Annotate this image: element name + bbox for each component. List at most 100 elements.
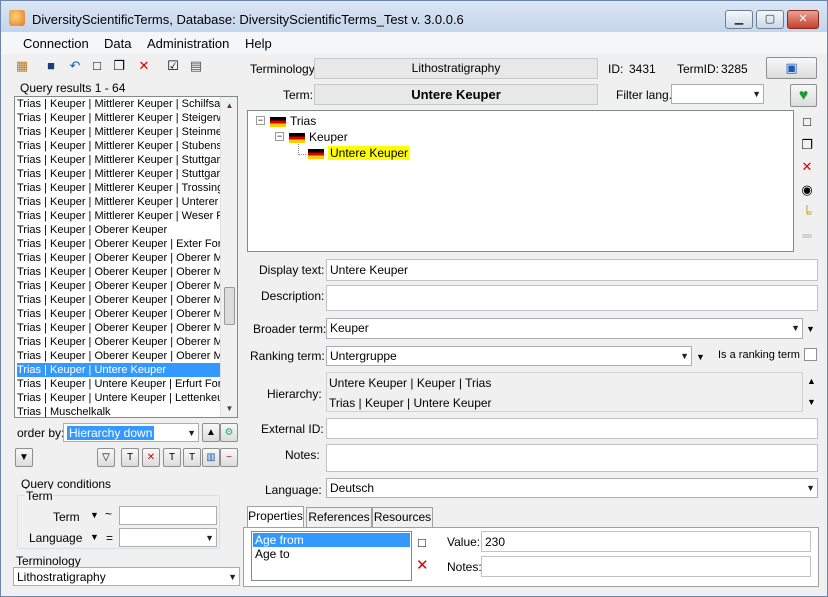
filter-list-icon[interactable]: T (183, 448, 201, 467)
add-filter-icon[interactable]: T (121, 448, 139, 467)
tree-node-keuper[interactable]: Keuper (289, 130, 348, 144)
binoculars-icon[interactable]: ◉ (799, 182, 815, 198)
delete-icon[interactable]: ✕ (135, 57, 153, 75)
list-item[interactable]: Trias | Keuper | Oberer Keuper | Oberer … (17, 293, 220, 307)
scroll-down-arrow[interactable]: ▼ (221, 400, 237, 417)
properties-list[interactable]: Age from Age to (251, 531, 412, 581)
list-icon[interactable]: ▥ (202, 448, 220, 467)
list-item[interactable]: Trias | Keuper | Oberer Keuper | Oberer … (17, 335, 220, 349)
scroll-up-arrow[interactable]: ▲ (221, 97, 237, 114)
list-item[interactable]: Age to (253, 547, 290, 561)
list-item[interactable]: Trias | Keuper | Untere Keuper | Erfurt … (17, 377, 220, 391)
menu-help[interactable]: Help (245, 36, 272, 51)
hierarchy-tree[interactable]: − Trias − Keuper Untere Keuper (247, 110, 794, 252)
equals-icon[interactable]: ═ (799, 228, 815, 244)
list-item[interactable]: Trias | Keuper | Untere Keuper (17, 363, 220, 377)
ranking-term-label: Ranking term: (250, 349, 325, 363)
description-input[interactable] (326, 285, 818, 311)
new-term-icon[interactable]: □ (799, 114, 815, 130)
language-combo[interactable]: ▼ (119, 528, 217, 547)
list-item[interactable]: Trias | Keuper | Mittlerer Keuper | Stei… (17, 125, 220, 139)
list-item[interactable]: Trias | Keuper | Mittlerer Keuper | Wese… (17, 209, 220, 223)
menu-data[interactable]: Data (104, 36, 131, 51)
filter-lang-combo[interactable]: ▼ (671, 84, 764, 104)
minimize-button[interactable]: ▁ (725, 10, 753, 29)
tab-references[interactable]: References (306, 507, 372, 527)
tab-properties[interactable]: Properties (247, 506, 304, 528)
list-item[interactable]: Trias | Keuper | Mittlerer Keuper | Stut… (17, 167, 220, 181)
copy-term-icon[interactable]: ❐ (799, 137, 815, 153)
language-operator-dropdown[interactable]: ▼ (90, 532, 99, 542)
list-item[interactable]: Trias | Keuper | Oberer Keuper (17, 223, 220, 237)
menu-connection[interactable]: Connection (23, 36, 89, 51)
filter-plus-icon[interactable]: T (163, 448, 181, 467)
property-notes-input[interactable] (481, 556, 811, 577)
list-item[interactable]: Trias | Keuper | Mittlerer Keuper | Stei… (17, 111, 220, 125)
broader-term-menu-button[interactable]: ▼ (806, 324, 815, 334)
list-item[interactable]: Trias | Keuper | Mittlerer Keuper | Stub… (17, 139, 220, 153)
collapse-icon[interactable]: − (256, 116, 265, 125)
new-icon[interactable]: □ (88, 57, 106, 75)
chevron-down-icon: ▼ (205, 533, 214, 543)
is-ranking-term-checkbox[interactable] (804, 348, 817, 361)
open-browser-button[interactable]: ▣ (766, 57, 817, 79)
filter-icon[interactable]: ▽ (97, 448, 115, 467)
list-item[interactable]: Age from (253, 533, 410, 547)
list-item[interactable]: Trias | Keuper | Mittlerer Keuper | Unte… (17, 195, 220, 209)
add-property-icon[interactable]: □ (418, 535, 426, 550)
tab-resources[interactable]: Resources (372, 507, 433, 527)
list-item[interactable]: Trias | Keuper | Mittlerer Keuper | Tros… (17, 181, 220, 195)
list-item[interactable]: Trias | Keuper | Oberer Keuper | Oberer … (17, 321, 220, 335)
query-results-list[interactable]: Trias | Keuper | Mittlerer Keuper | Schi… (14, 96, 238, 418)
delete-property-icon[interactable]: ✕ (416, 556, 429, 574)
term-input[interactable] (119, 506, 217, 525)
list-item[interactable]: Trias | Keuper | Oberer Keuper | Oberer … (17, 307, 220, 321)
collapse-icon[interactable]: − (275, 132, 284, 141)
hierarchy-scroll-down[interactable]: ▼ (807, 397, 816, 407)
scroll-thumb[interactable] (224, 287, 235, 325)
menu-administration[interactable]: Administration (147, 36, 229, 51)
display-text-input[interactable]: Untere Keuper (326, 259, 818, 281)
broader-term-combo[interactable]: Keuper ▼ (326, 318, 803, 339)
terminology-combo[interactable]: Lithostratigraphy ▼ (13, 567, 240, 586)
maximize-button[interactable]: ▢ (756, 10, 784, 29)
copy-icon[interactable]: ❐ (110, 57, 128, 75)
language-form-combo[interactable]: Deutsch ▼ (326, 478, 818, 498)
ranking-term-combo[interactable]: Untergruppe ▼ (326, 346, 692, 366)
list-item[interactable]: Trias | Keuper | Oberer Keuper | Oberer … (17, 265, 220, 279)
list-item[interactable]: Trias | Muschelkalk (17, 405, 220, 417)
order-by-combo[interactable]: Hierarchy down ▼ (63, 423, 199, 442)
list-item[interactable]: Trias | Keuper | Oberer Keuper | Oberer … (17, 279, 220, 293)
results-scrollbar[interactable]: ▲ ▼ (220, 97, 237, 417)
tree-node-untere-keuper[interactable]: Untere Keuper (308, 146, 411, 160)
close-button[interactable]: ✕ (787, 10, 819, 29)
collapse-button[interactable]: ▼ (15, 448, 33, 467)
list-item[interactable]: Trias | Keuper | Untere Keuper | Lettenk… (17, 391, 220, 405)
list-item[interactable]: Trias | Keuper | Oberer Keuper | Oberer … (17, 251, 220, 265)
chevron-down-icon: ▼ (228, 572, 237, 582)
undo-icon[interactable]: ↶ (66, 57, 84, 75)
minus-icon[interactable]: − (220, 448, 238, 467)
heart-icon[interactable]: ♥ (790, 84, 817, 107)
hierarchy-icon[interactable]: ╘ (799, 205, 815, 221)
run-query-button[interactable]: ⚙ (220, 423, 238, 442)
list-item[interactable]: Trias | Keuper | Mittlerer Keuper | Schi… (17, 97, 220, 111)
ranking-term-menu-button[interactable]: ▼ (696, 352, 705, 362)
checkbox-icon[interactable]: ☑ (164, 57, 182, 75)
list-item[interactable]: Trias | Keuper | Oberer Keuper | Exter F… (17, 237, 220, 251)
terminology-value: Lithostratigraphy (17, 570, 106, 584)
external-id-input[interactable] (326, 418, 818, 439)
notes-input[interactable] (326, 444, 818, 472)
order-ascending-button[interactable]: ▲ (202, 423, 220, 442)
save-icon[interactable]: ■ (42, 57, 60, 75)
list-item[interactable]: Trias | Keuper | Oberer Keuper | Oberer … (17, 349, 220, 363)
grid-icon[interactable]: ▤ (187, 57, 205, 75)
value-input[interactable]: 230 (481, 531, 811, 552)
list-item[interactable]: Trias | Keuper | Mittlerer Keuper | Stut… (17, 153, 220, 167)
remove-filter-icon[interactable]: ✕ (142, 448, 160, 467)
delete-term-icon[interactable]: ✕ (799, 159, 815, 175)
open-icon[interactable]: ▦ (13, 57, 31, 75)
hierarchy-scroll-up[interactable]: ▲ (807, 376, 816, 386)
term-operator-dropdown[interactable]: ▼ (90, 510, 99, 520)
tree-node-trias[interactable]: Trias (270, 114, 316, 128)
